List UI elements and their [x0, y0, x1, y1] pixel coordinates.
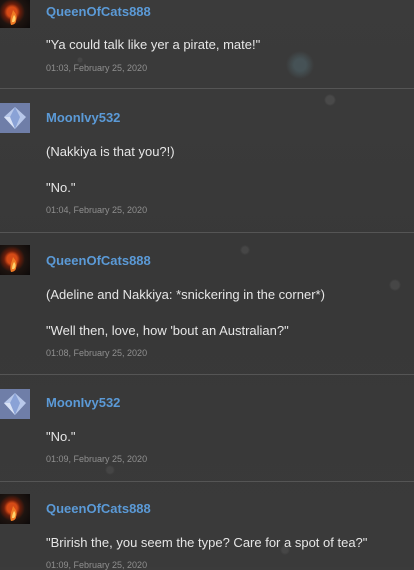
comment-text: (Nakkiya is that you?!): [46, 144, 175, 159]
comment-author[interactable]: QueenOfCats888: [46, 253, 151, 268]
comment-timestamp: 01:03, February 25, 2020: [46, 63, 148, 73]
comment-post: QueenOfCats888 (Adeline and Nakkiya: *sn…: [0, 233, 414, 375]
comment-post: QueenOfCats888 "Brirish the, you seem th…: [0, 482, 414, 570]
comment-text: "No.": [46, 429, 76, 444]
comment-text: "Brirish the, you seem the type? Care fo…: [46, 535, 368, 550]
comment-author[interactable]: MoonIvy532: [46, 110, 120, 125]
comment-text: "No.": [46, 180, 76, 195]
crystal-avatar[interactable]: [0, 103, 30, 133]
fire-avatar[interactable]: [0, 245, 30, 275]
fire-avatar[interactable]: [0, 494, 30, 524]
crystal-avatar[interactable]: [0, 389, 30, 419]
comment-post: QueenOfCats888 "Ya could talk like yer a…: [0, 0, 414, 89]
comment-timestamp: 01:09, February 25, 2020: [46, 560, 148, 570]
comment-timestamp: 01:08, February 25, 2020: [46, 348, 148, 358]
comment-post: MoonIvy532 (Nakkiya is that you?!) "No."…: [0, 89, 414, 233]
fire-avatar[interactable]: [0, 0, 30, 28]
comment-author[interactable]: MoonIvy532: [46, 395, 120, 410]
comment-feed: QueenOfCats888 "Ya could talk like yer a…: [0, 0, 414, 570]
comment-text: "Well then, love, how 'bout an Australia…: [46, 323, 289, 338]
comment-text: "Ya could talk like yer a pirate, mate!": [46, 37, 261, 52]
comment-author[interactable]: QueenOfCats888: [46, 4, 151, 19]
comment-text: (Adeline and Nakkiya: *snickering in the…: [46, 287, 325, 302]
comment-author[interactable]: QueenOfCats888: [46, 501, 151, 516]
comment-post: MoonIvy532 "No." 01:09, February 25, 202…: [0, 375, 414, 482]
comment-timestamp: 01:09, February 25, 2020: [46, 454, 148, 464]
comment-timestamp: 01:04, February 25, 2020: [46, 205, 148, 215]
